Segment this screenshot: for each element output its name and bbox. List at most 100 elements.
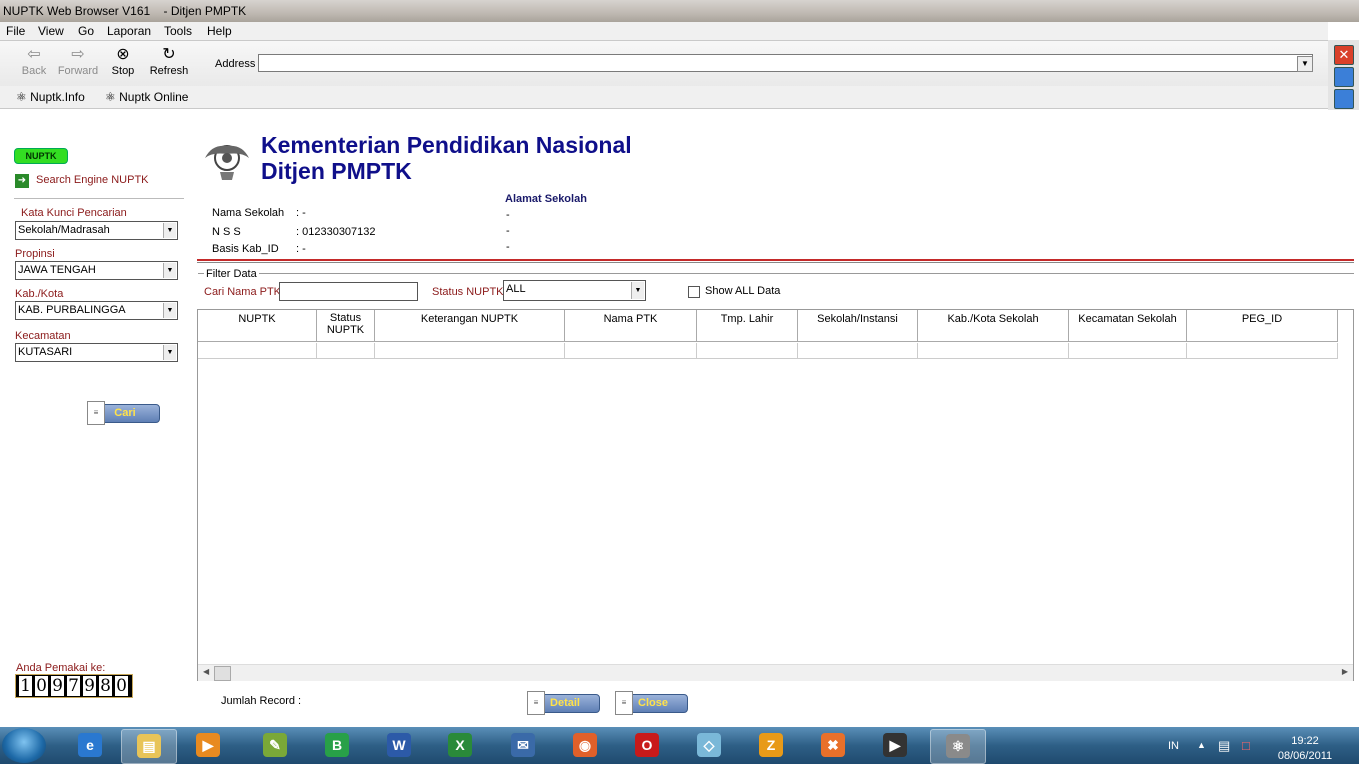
table-cell[interactable] bbox=[918, 343, 1069, 359]
app-icon: Z bbox=[759, 733, 783, 757]
table-cell[interactable] bbox=[697, 343, 798, 359]
column-header-peg-id[interactable]: PEG_ID bbox=[1187, 310, 1338, 342]
close-button[interactable]: ≡ Close bbox=[615, 691, 688, 715]
scroll-left-icon[interactable]: ◀ bbox=[203, 667, 209, 676]
clock[interactable]: 19:22 08/06/2011 bbox=[1275, 734, 1335, 764]
internet-explorer-icon: e bbox=[78, 733, 102, 757]
table-cell[interactable] bbox=[317, 343, 375, 359]
column-header-nama-ptk[interactable]: Nama PTK bbox=[565, 310, 697, 342]
menu-go[interactable]: Go bbox=[78, 24, 94, 38]
document-icon: ≡ bbox=[527, 691, 545, 715]
taskbar-opera[interactable]: O bbox=[620, 729, 674, 762]
counter-digit: 0 bbox=[35, 676, 48, 696]
paint-icon: ✎ bbox=[263, 733, 287, 757]
taskbar-paint[interactable]: ✎ bbox=[248, 729, 302, 762]
firefox-icon: ◉ bbox=[573, 733, 597, 757]
taskbar-explorer[interactable]: ▤ bbox=[121, 729, 177, 764]
page-subtitle: Ditjen PMPTK bbox=[261, 158, 412, 184]
table-cell[interactable] bbox=[375, 343, 565, 359]
taskbar-thunderbird[interactable]: ✉ bbox=[496, 729, 550, 762]
minimize-icon[interactable] bbox=[1334, 89, 1354, 109]
status-nuptk-label: Status NUPTK bbox=[432, 286, 504, 298]
column-header-kecamatan[interactable]: Kecamatan Sekolah bbox=[1069, 310, 1187, 342]
header-divider bbox=[197, 259, 1354, 261]
alamat-line: - bbox=[506, 225, 510, 237]
taskbar-nuptk[interactable]: ⚛ bbox=[930, 729, 986, 764]
alamat-line: - bbox=[506, 209, 510, 221]
table-cell[interactable] bbox=[798, 343, 918, 359]
nama-sekolah-label: Nama Sekolah bbox=[212, 207, 285, 219]
link-nuptk-online[interactable]: ⚛ Nuptk Online bbox=[105, 90, 188, 104]
taskbar-media[interactable]: ▶ bbox=[181, 729, 235, 762]
taskbar-app-green[interactable]: B bbox=[310, 729, 364, 762]
link-nuptk-info[interactable]: ⚛ Nuptk.Info bbox=[16, 90, 85, 104]
app-icon: ◇ bbox=[697, 733, 721, 757]
taskbar-xampp[interactable]: ✖ bbox=[806, 729, 860, 762]
menu-tools[interactable]: Tools bbox=[164, 24, 192, 38]
start-button[interactable] bbox=[2, 728, 46, 763]
menu-help[interactable]: Help bbox=[207, 24, 232, 38]
close-icon[interactable]: ✕ bbox=[1334, 45, 1354, 65]
network-icon[interactable]: ▤ bbox=[1218, 738, 1230, 754]
taskbar-word[interactable]: W bbox=[372, 729, 426, 762]
menu-view[interactable]: View bbox=[38, 24, 64, 38]
kabkota-select[interactable]: KAB. PURBALINGGA ▼ bbox=[15, 301, 178, 320]
horizontal-scrollbar[interactable]: ◀ ▶ bbox=[198, 664, 1353, 681]
taskbar-app-blue[interactable]: ◇ bbox=[682, 729, 736, 762]
search-engine-link[interactable]: Search Engine NUPTK bbox=[36, 174, 149, 186]
basis-kab-value: : - bbox=[296, 243, 306, 255]
nama-sekolah-value: : - bbox=[296, 207, 306, 219]
menu-file[interactable]: File bbox=[6, 24, 25, 38]
menu-laporan[interactable]: Laporan bbox=[107, 24, 151, 38]
basis-kab-label: Basis Kab_ID bbox=[212, 243, 279, 255]
refresh-button[interactable]: ↻ Refresh bbox=[147, 45, 191, 85]
forward-button[interactable]: ⇨ Forward bbox=[56, 45, 100, 85]
back-label: Back bbox=[21, 65, 47, 77]
visitor-counter: 1 0 9 7 9 8 0 bbox=[15, 674, 133, 698]
table-cell[interactable] bbox=[1069, 343, 1187, 359]
scroll-thumb[interactable] bbox=[214, 666, 231, 681]
table-cell[interactable] bbox=[198, 343, 317, 359]
table-cell[interactable] bbox=[1187, 343, 1338, 359]
scroll-right-icon[interactable]: ▶ bbox=[1342, 667, 1348, 676]
propinsi-select[interactable]: JAWA TENGAH ▼ bbox=[15, 261, 178, 280]
restore-icon[interactable] bbox=[1334, 67, 1354, 87]
toolbar: ⇦ Back ⇨ Forward ⊗ Stop ↻ Refresh Addres… bbox=[0, 40, 1328, 88]
status-nuptk-select[interactable]: ALL ▼ bbox=[503, 280, 646, 301]
stop-button[interactable]: ⊗ Stop bbox=[101, 45, 145, 85]
show-all-checkbox[interactable] bbox=[688, 286, 700, 298]
forward-arrow-icon: ⇨ bbox=[71, 46, 85, 63]
word-icon: W bbox=[387, 733, 411, 757]
clock-date: 08/06/2011 bbox=[1277, 750, 1333, 762]
taskbar-excel[interactable]: X bbox=[433, 729, 487, 762]
clock-time: 19:22 bbox=[1291, 735, 1319, 747]
address-dropdown-icon[interactable]: ▼ bbox=[1297, 56, 1313, 72]
alamat-line: - bbox=[506, 241, 510, 253]
detail-button[interactable]: ≡ Detail bbox=[527, 691, 600, 715]
emblem-icon: ⚛ bbox=[16, 90, 27, 104]
taskbar-app-orange[interactable]: Z bbox=[744, 729, 798, 762]
column-header-status[interactable]: Status NUPTK bbox=[317, 310, 375, 342]
taskbar-media-classic[interactable]: ▶ bbox=[868, 729, 922, 762]
taskbar-firefox[interactable]: ◉ bbox=[558, 729, 612, 762]
counter-digit: 0 bbox=[115, 676, 128, 696]
language-indicator[interactable]: IN bbox=[1168, 740, 1179, 752]
kata-kunci-select[interactable]: Sekolah/Madrasah ▼ bbox=[15, 221, 178, 240]
column-header-nuptk[interactable]: NUPTK bbox=[198, 310, 317, 342]
tray-expand-icon[interactable]: ▲ bbox=[1197, 740, 1206, 750]
volume-icon[interactable]: □ bbox=[1242, 738, 1250, 753]
cari-button[interactable]: ≡ Cari bbox=[87, 401, 160, 425]
table-cell[interactable] bbox=[565, 343, 697, 359]
column-header-sekolah[interactable]: Sekolah/Instansi bbox=[798, 310, 918, 342]
back-button[interactable]: ⇦ Back bbox=[12, 45, 56, 85]
kecamatan-select[interactable]: KUTASARI ▼ bbox=[15, 343, 178, 362]
data-grid[interactable]: NUPTK Status NUPTK Keterangan NUPTK Nama… bbox=[197, 309, 1354, 681]
cari-nama-input[interactable] bbox=[279, 282, 418, 301]
address-input[interactable] bbox=[258, 54, 1313, 72]
column-header-kabkota[interactable]: Kab./Kota Sekolah bbox=[918, 310, 1069, 342]
column-header-tmp-lahir[interactable]: Tmp. Lahir bbox=[697, 310, 798, 342]
folder-icon: ▤ bbox=[137, 734, 161, 758]
alamat-title: Alamat Sekolah bbox=[505, 193, 587, 205]
column-header-keterangan[interactable]: Keterangan NUPTK bbox=[375, 310, 565, 342]
taskbar-ie[interactable]: e bbox=[63, 729, 117, 762]
